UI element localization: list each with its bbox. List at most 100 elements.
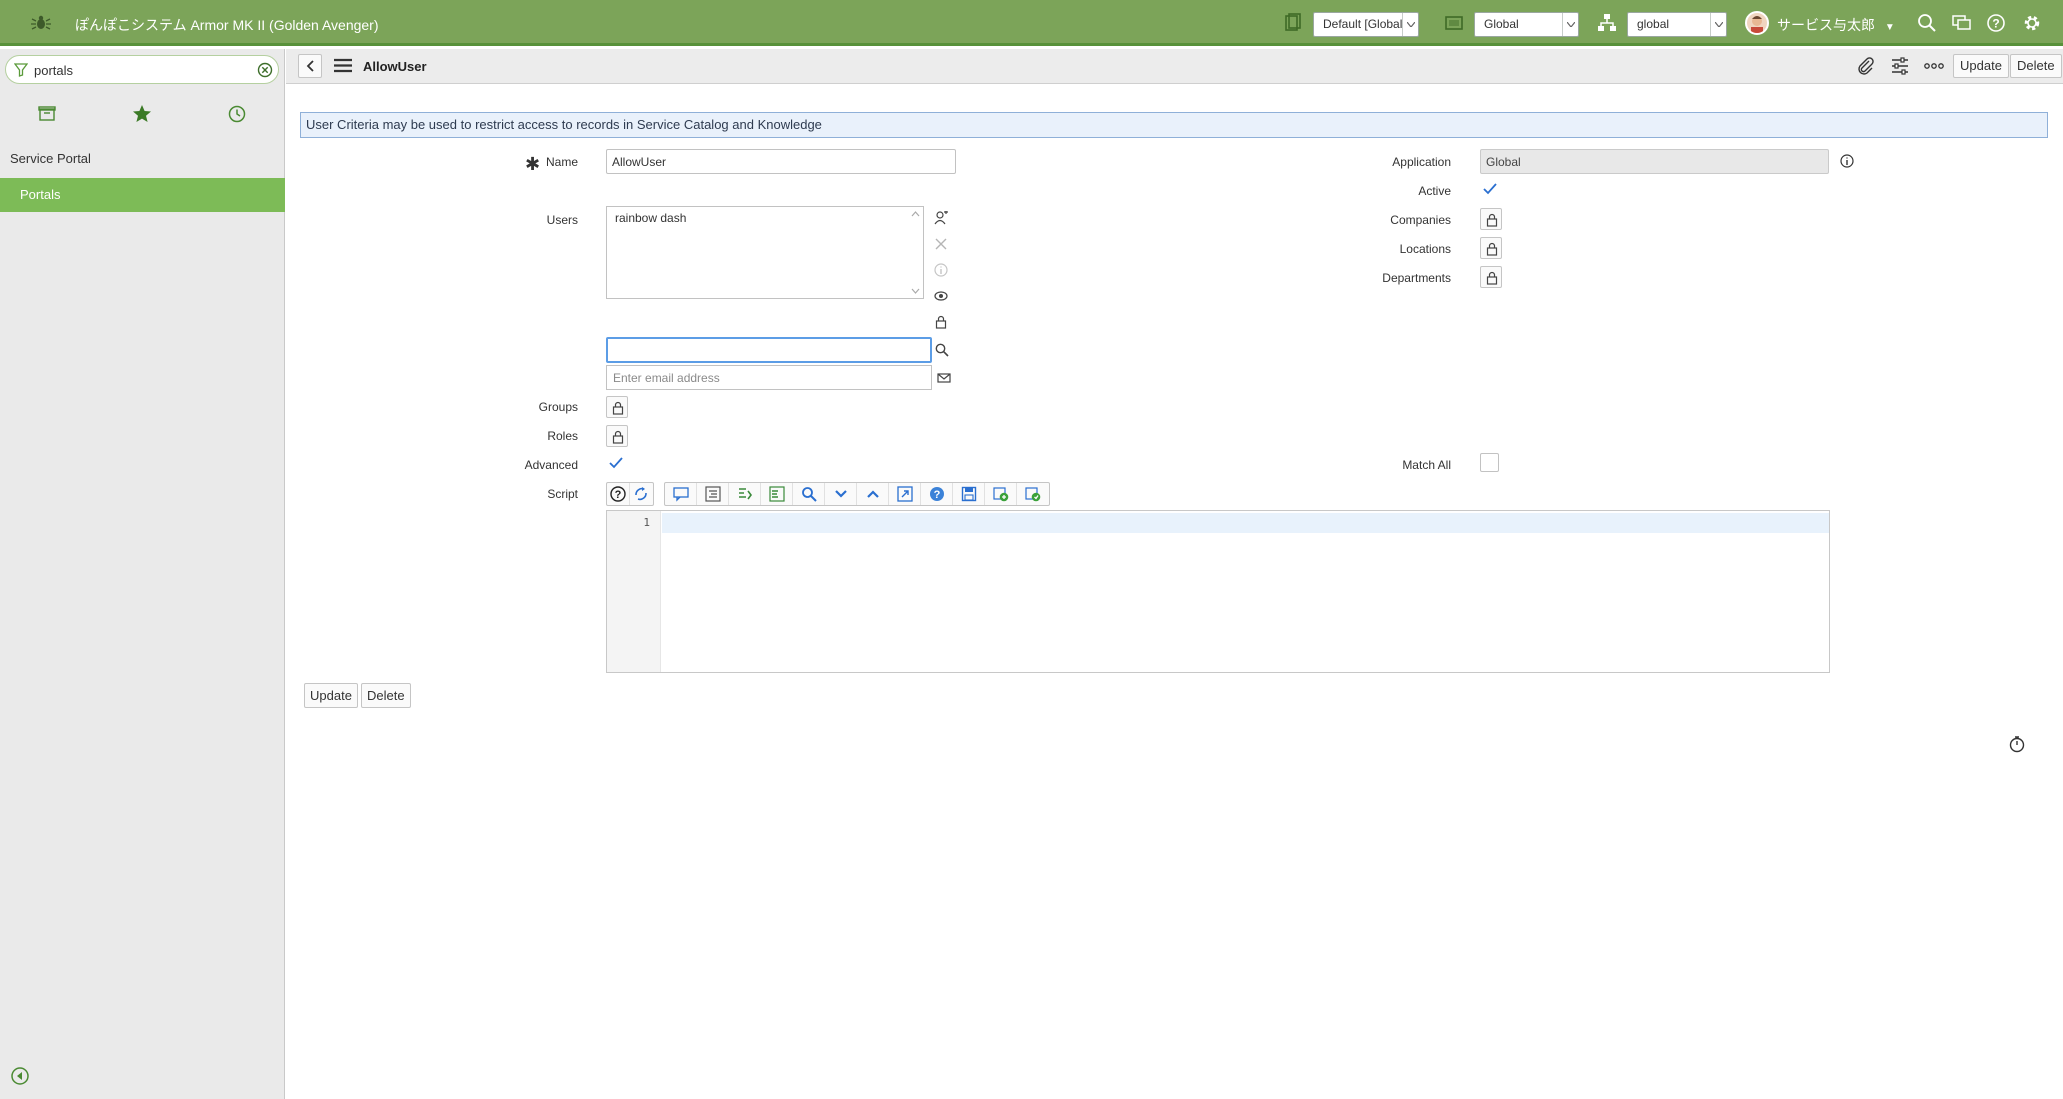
personalize-form-icon[interactable] — [1891, 57, 1909, 75]
email-address-field[interactable] — [606, 365, 932, 390]
filter-funnel-icon — [14, 63, 28, 77]
caret-down-icon: ▼ — [1884, 22, 1895, 33]
locations-lock-button[interactable] — [1480, 237, 1502, 259]
comment-icon[interactable] — [665, 483, 697, 505]
nav-module-service-portal[interactable]: Service Portal — [0, 142, 285, 176]
syntax-help-icon[interactable]: ? — [921, 483, 953, 505]
application-scope-icon — [1444, 13, 1464, 33]
companies-label: Companies — [1390, 213, 1451, 227]
script-help-toolbar: ? — [606, 482, 654, 506]
footer-delete-button[interactable]: Delete — [361, 683, 411, 708]
history-clock-icon[interactable] — [226, 103, 248, 125]
application-field — [1480, 149, 1829, 174]
svg-text:?: ? — [615, 489, 622, 501]
chevron-down-icon — [1402, 13, 1418, 36]
update-set-select[interactable]: Default [Global — [1313, 12, 1419, 37]
domain-select[interactable]: global — [1627, 12, 1727, 37]
departments-lock-button[interactable] — [1480, 266, 1502, 288]
search-icon[interactable] — [1917, 13, 1937, 33]
user-avatar[interactable] — [1745, 11, 1769, 35]
name-field[interactable] — [606, 149, 956, 174]
roles-label: Roles — [547, 429, 578, 443]
users-list-item[interactable]: rainbow dash — [615, 211, 915, 225]
application-label: Application — [1392, 155, 1451, 169]
delete-button[interactable]: Delete — [2010, 54, 2062, 78]
clear-filter-icon[interactable] — [257, 62, 273, 78]
footer-update-button[interactable]: Update — [304, 683, 358, 708]
nav-module-portals[interactable]: Portals — [0, 178, 285, 212]
search-icon[interactable] — [793, 483, 825, 505]
active-line-highlight[interactable] — [662, 513, 1829, 533]
form-context-menu-icon[interactable] — [334, 58, 352, 73]
application-navigator: Service Portal Portals — [0, 49, 285, 1099]
replace-icon[interactable] — [729, 483, 761, 505]
groups-label: Groups — [538, 400, 578, 414]
envelope-icon[interactable] — [933, 367, 955, 389]
navigator-filter[interactable] — [5, 55, 279, 84]
paperclip-icon[interactable] — [1857, 57, 1875, 75]
script-editor[interactable]: 1 — [606, 510, 1830, 673]
locations-label: Locations — [1399, 242, 1451, 256]
script-tracer-icon[interactable] — [1017, 483, 1049, 505]
update-set-value: Default [Global — [1323, 17, 1403, 31]
lookup-search-icon[interactable] — [931, 339, 953, 361]
info-message: User Criteria may be used to restrict ac… — [300, 112, 2048, 138]
app-logo-icon[interactable] — [30, 13, 52, 33]
info-disabled-icon — [930, 259, 952, 281]
add-user-icon[interactable] — [930, 207, 952, 229]
update-set-icon — [1283, 13, 1303, 33]
script-help-icon[interactable]: ? — [607, 483, 630, 505]
advanced-checkbox[interactable] — [606, 453, 625, 472]
find-previous-icon[interactable] — [857, 483, 889, 505]
script-editor-toolbar: ? — [664, 482, 1050, 506]
chat-icon[interactable] — [1952, 13, 1972, 33]
save-icon[interactable] — [953, 483, 985, 505]
response-time-icon[interactable] — [2008, 735, 2026, 753]
update-button[interactable]: Update — [1953, 54, 2009, 78]
replace-all-icon[interactable] — [761, 483, 793, 505]
back-button[interactable] — [298, 54, 322, 78]
application-scope-value: Global — [1484, 17, 1519, 31]
roles-lock-button[interactable] — [606, 425, 628, 447]
domain-value: global — [1637, 17, 1670, 31]
show-related-icon[interactable] — [930, 285, 952, 307]
favorites-star-icon[interactable] — [131, 103, 153, 125]
remove-user-icon[interactable] — [930, 233, 952, 255]
domain-tree-icon — [1597, 13, 1617, 33]
lock-icon[interactable] — [930, 311, 952, 333]
script-debugger-icon[interactable] — [985, 483, 1017, 505]
navigator-tabs — [0, 93, 285, 137]
user-menu[interactable]: サービス与太郎 ▼ — [1777, 15, 1895, 35]
format-code-icon[interactable] — [697, 483, 729, 505]
name-label: Name — [545, 155, 578, 169]
more-options-icon[interactable] — [1924, 59, 1944, 73]
groups-lock-button[interactable] — [606, 396, 628, 418]
application-info-icon[interactable] — [1836, 150, 1858, 172]
gear-icon[interactable] — [2022, 13, 2042, 33]
fullscreen-icon[interactable] — [889, 483, 921, 505]
chevron-down-icon — [1562, 13, 1578, 36]
advanced-label: Advanced — [524, 458, 578, 472]
users-label: Users — [546, 213, 578, 227]
active-checkbox[interactable] — [1480, 179, 1499, 198]
line-number: 1 — [643, 516, 650, 529]
users-reference-input[interactable] — [606, 337, 932, 363]
help-icon[interactable]: ? — [1986, 13, 2006, 33]
toggle-syntax-icon[interactable] — [630, 483, 653, 505]
svg-text:?: ? — [1992, 17, 1999, 31]
all-apps-icon[interactable] — [36, 103, 58, 125]
users-list[interactable]: rainbow dash — [606, 206, 924, 299]
companies-lock-button[interactable] — [1480, 208, 1502, 230]
collapse-navigator-icon[interactable] — [10, 1066, 30, 1086]
navigator-filter-input[interactable] — [34, 60, 254, 80]
script-label: Script — [547, 487, 578, 501]
app-title[interactable]: ぽんぽこシステム Armor MK II (Golden Avenger) — [75, 15, 379, 35]
find-next-icon[interactable] — [825, 483, 857, 505]
match-all-checkbox[interactable] — [1480, 453, 1499, 472]
form-header: AllowUser Update Delete — [286, 49, 2063, 84]
user-name: サービス与太郎 — [1777, 17, 1875, 33]
svg-text:?: ? — [934, 489, 941, 501]
users-list-scrollbar[interactable] — [909, 208, 922, 297]
top-header: ぽんぽこシステム Armor MK II (Golden Avenger) De… — [0, 0, 2063, 46]
application-scope-select[interactable]: Global — [1474, 12, 1579, 37]
